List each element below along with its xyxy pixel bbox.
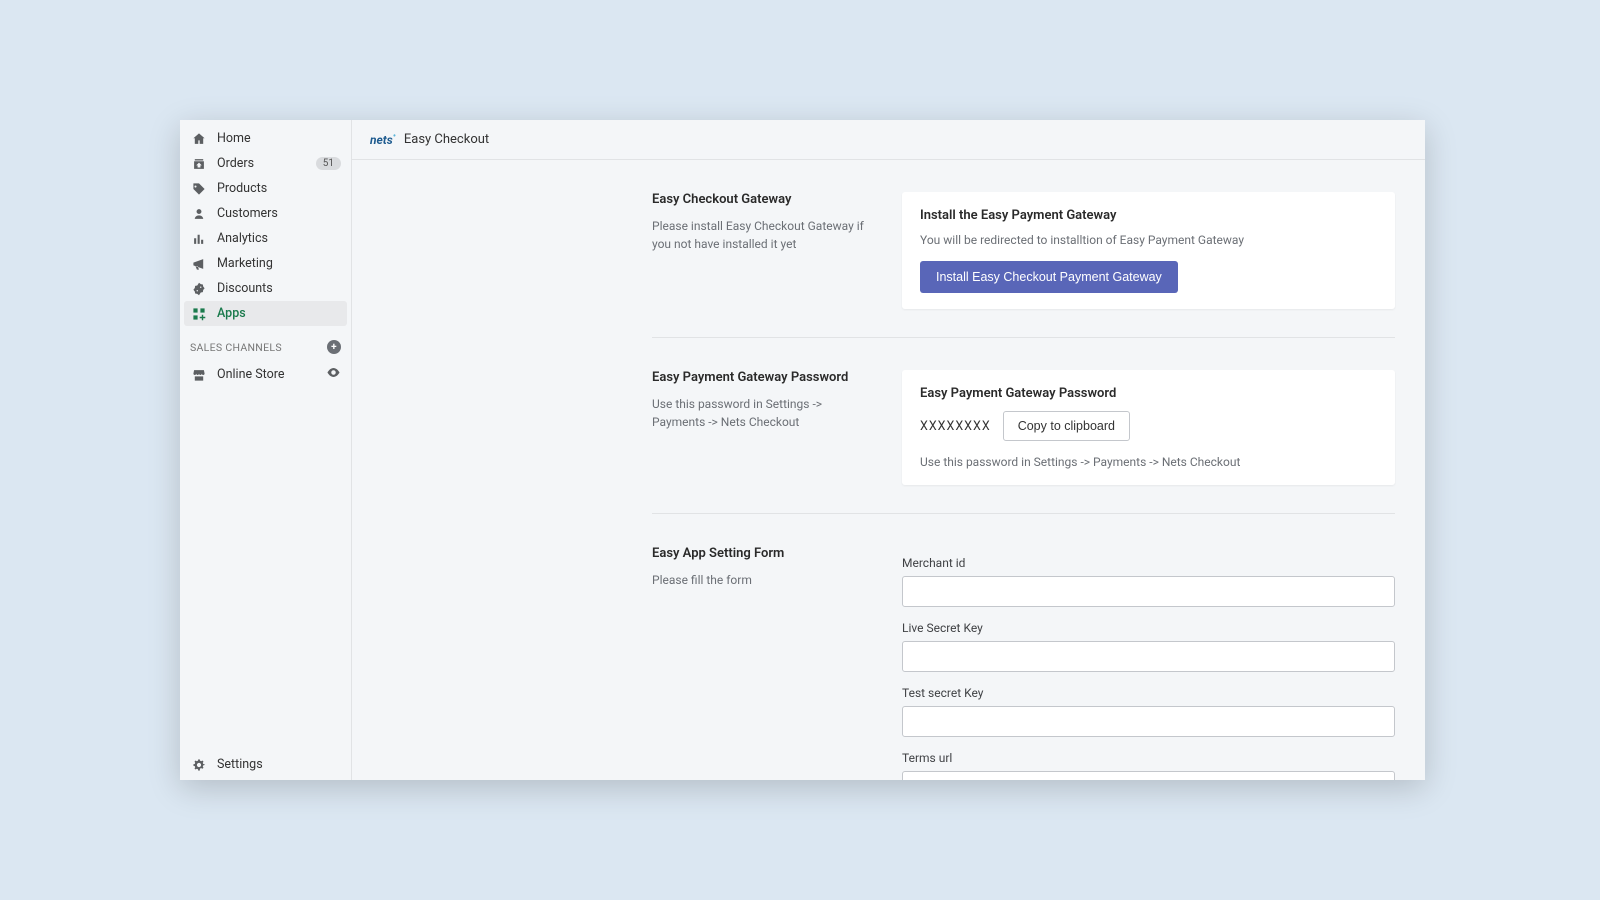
- gateway-card-desc: You will be redirected to installtion of…: [920, 233, 1377, 247]
- titlebar: nets• Easy Checkout: [352, 120, 1425, 160]
- sidebar-item-analytics[interactable]: Analytics: [180, 226, 351, 251]
- merchant-id-input[interactable]: [902, 576, 1395, 607]
- add-channel-icon[interactable]: +: [327, 340, 341, 354]
- gateway-title: Easy Checkout Gateway: [652, 192, 872, 207]
- nets-logo: nets•: [370, 132, 396, 147]
- password-value: XXXXXXXX: [920, 419, 991, 434]
- page-title: Easy Checkout: [404, 132, 489, 147]
- gateway-card-title: Install the Easy Payment Gateway: [920, 208, 1377, 223]
- sidebar-item-settings[interactable]: Settings: [180, 749, 351, 780]
- test-secret-label: Test secret Key: [902, 686, 1395, 700]
- app-window: Home Orders 51 Products Customers Analyt…: [180, 120, 1425, 780]
- password-card-title: Easy Payment Gateway Password: [920, 386, 1377, 401]
- sidebar-item-label: Analytics: [217, 231, 341, 246]
- terms-url-label: Terms url: [902, 751, 1395, 765]
- password-title: Easy Payment Gateway Password: [652, 370, 872, 385]
- password-card: Easy Payment Gateway Password XXXXXXXX C…: [902, 370, 1395, 485]
- sidebar-item-label: Products: [217, 181, 341, 196]
- live-secret-input[interactable]: [902, 641, 1395, 672]
- sidebar-item-products[interactable]: Products: [180, 176, 351, 201]
- sidebar-item-label: Customers: [217, 206, 341, 221]
- terms-url-input[interactable]: [902, 771, 1395, 780]
- customers-icon: [190, 207, 208, 221]
- password-note: Use this password in Settings -> Payment…: [920, 455, 1377, 469]
- products-icon: [190, 182, 208, 196]
- install-gateway-button[interactable]: Install Easy Checkout Payment Gateway: [920, 261, 1178, 293]
- orders-badge: 51: [316, 157, 341, 170]
- store-icon: [190, 368, 208, 382]
- sales-channels-header: SALES CHANNELS +: [180, 326, 351, 360]
- sidebar-item-label: Settings: [217, 757, 341, 772]
- live-secret-label: Live Secret Key: [902, 621, 1395, 635]
- sidebar-item-home[interactable]: Home: [180, 126, 351, 151]
- sidebar-item-label: Marketing: [217, 256, 341, 271]
- sidebar-item-label: Orders: [217, 156, 316, 171]
- merchant-id-label: Merchant id: [902, 556, 1395, 570]
- sidebar-item-label: Home: [217, 131, 341, 146]
- sidebar-item-orders[interactable]: Orders 51: [180, 151, 351, 176]
- eye-icon[interactable]: [326, 365, 341, 384]
- marketing-icon: [190, 257, 208, 271]
- analytics-icon: [190, 232, 208, 246]
- discounts-icon: [190, 282, 208, 296]
- section-gateway: Easy Checkout Gateway Please install Eas…: [652, 180, 1395, 338]
- sidebar-item-apps[interactable]: Apps: [184, 301, 347, 326]
- gateway-card: Install the Easy Payment Gateway You wil…: [902, 192, 1395, 309]
- apps-icon: [190, 307, 208, 321]
- sidebar-item-label: Discounts: [217, 281, 341, 296]
- sidebar: Home Orders 51 Products Customers Analyt…: [180, 120, 352, 780]
- main-panel: nets• Easy Checkout Easy Checkout Gatewa…: [352, 120, 1425, 780]
- password-desc: Use this password in Settings -> Payment…: [652, 395, 872, 431]
- form-title: Easy App Setting Form: [652, 546, 872, 561]
- test-secret-input[interactable]: [902, 706, 1395, 737]
- sidebar-item-marketing[interactable]: Marketing: [180, 251, 351, 276]
- section-password: Easy Payment Gateway Password Use this p…: [652, 358, 1395, 514]
- orders-icon: [190, 157, 208, 171]
- sidebar-item-customers[interactable]: Customers: [180, 201, 351, 226]
- sidebar-item-label: Apps: [217, 306, 337, 321]
- home-icon: [190, 132, 208, 146]
- form-desc: Please fill the form: [652, 571, 872, 589]
- sidebar-item-label: Online Store: [217, 367, 326, 382]
- copy-clipboard-button[interactable]: Copy to clipboard: [1003, 411, 1130, 441]
- content-scroll[interactable]: Easy Checkout Gateway Please install Eas…: [352, 160, 1425, 780]
- gateway-desc: Please install Easy Checkout Gateway if …: [652, 217, 872, 253]
- sidebar-item-discounts[interactable]: Discounts: [180, 276, 351, 301]
- sidebar-item-online-store[interactable]: Online Store: [180, 360, 351, 389]
- section-form: Easy App Setting Form Please fill the fo…: [652, 534, 1395, 780]
- gear-icon: [190, 758, 208, 772]
